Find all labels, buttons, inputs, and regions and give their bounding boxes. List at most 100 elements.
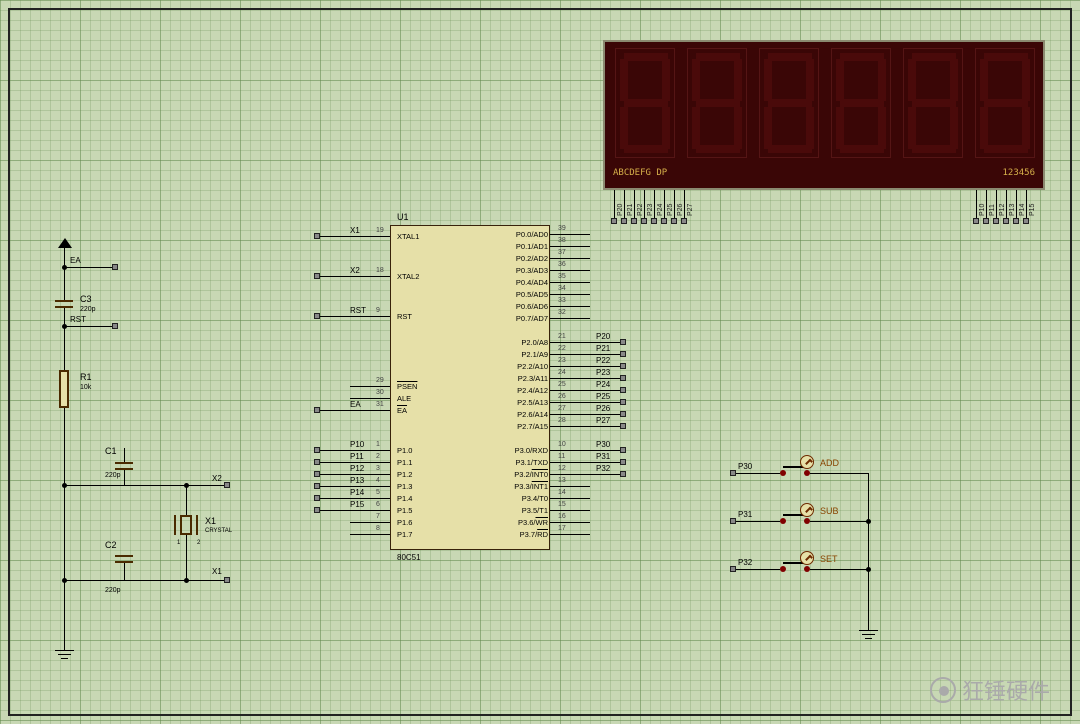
netlabel: P30 [596, 440, 610, 449]
pinlabel: P25 [667, 204, 674, 216]
x1-ref: X1 [205, 516, 216, 526]
probe-icon [800, 455, 814, 469]
netlabel: P27 [596, 416, 610, 425]
terminal-P11[interactable] [983, 218, 989, 224]
c2-val: 220p [105, 587, 121, 594]
netlabel: RST [350, 306, 366, 315]
pinlabel: P21 [627, 204, 634, 216]
xtal-pin2: 2 [197, 540, 200, 546]
netlabel: X2 [350, 266, 360, 275]
netlabel-ea: EA [70, 256, 81, 265]
seven-segment-display[interactable]: ABCDEFG DP 123456 [603, 40, 1045, 190]
terminal-P27[interactable] [681, 218, 687, 224]
pinlabel: P22 [637, 204, 644, 216]
terminal-EA[interactable] [314, 407, 320, 413]
terminal-P10[interactable] [973, 218, 979, 224]
terminal-P20[interactable] [611, 218, 617, 224]
netlabel: P31 [596, 452, 610, 461]
terminal-P25[interactable] [661, 218, 667, 224]
terminal-P10[interactable] [314, 447, 320, 453]
terminal-P21[interactable] [620, 351, 626, 357]
terminal-ea[interactable] [112, 264, 118, 270]
crystal-x1[interactable] [170, 515, 202, 535]
terminal-P15[interactable] [314, 507, 320, 513]
resistor-r1[interactable] [59, 370, 69, 408]
terminal-x2[interactable] [224, 482, 230, 488]
terminal-P14[interactable] [314, 495, 320, 501]
seven-seg-digit [687, 48, 747, 158]
netlabel: P32 [738, 558, 752, 567]
netlabel: P13 [350, 476, 364, 485]
xtal-pin1: 1 [177, 540, 180, 546]
terminal-P32[interactable] [620, 471, 626, 477]
terminal-P26[interactable] [671, 218, 677, 224]
probe-icon [800, 503, 814, 517]
netlabel: P32 [596, 464, 610, 473]
netlabel: P30 [738, 462, 752, 471]
netlabel: P20 [596, 332, 610, 341]
terminal-P24[interactable] [620, 387, 626, 393]
c2-ref: C2 [105, 540, 117, 550]
seven-seg-digit [831, 48, 891, 158]
netlabel: P24 [596, 380, 610, 389]
pinlabel: P24 [657, 204, 664, 216]
terminal-P22[interactable] [631, 218, 637, 224]
terminal-P26[interactable] [620, 411, 626, 417]
terminal-P24[interactable] [651, 218, 657, 224]
probe-icon [800, 551, 814, 565]
r1-ref: R1 [80, 372, 92, 382]
terminal-X2[interactable] [314, 273, 320, 279]
netlabel: P25 [596, 392, 610, 401]
pinlabel: P20 [617, 204, 624, 216]
pinlabel: P15 [1029, 204, 1036, 216]
terminal-P13[interactable] [1003, 218, 1009, 224]
terminal-RST[interactable] [314, 313, 320, 319]
display-label-dig: 123456 [1002, 168, 1035, 178]
netlabel-x2: X2 [212, 474, 222, 483]
terminal-rst[interactable] [112, 323, 118, 329]
c1-val: 220p [105, 472, 121, 479]
terminal-P12[interactable] [993, 218, 999, 224]
terminal-P13[interactable] [314, 483, 320, 489]
seven-seg-digit [903, 48, 963, 158]
pinlabel: P27 [687, 204, 694, 216]
terminal-P31[interactable] [620, 459, 626, 465]
terminal-P22[interactable] [620, 363, 626, 369]
x1-val: CRYSTAL [205, 528, 232, 534]
terminal-x1[interactable] [224, 577, 230, 583]
netlabel: X1 [350, 226, 360, 235]
ic-part: 80C51 [397, 553, 421, 562]
terminal-P23[interactable] [641, 218, 647, 224]
c3-val: 220p [80, 306, 96, 313]
display-label-seg: ABCDEFG DP [613, 168, 667, 178]
terminal-P15[interactable] [1023, 218, 1029, 224]
netlabel: P26 [596, 404, 610, 413]
pinlabel: P11 [989, 204, 996, 216]
seven-seg-digit [615, 48, 675, 158]
terminal-P20[interactable] [620, 339, 626, 345]
terminal-P11[interactable] [314, 459, 320, 465]
terminal-P25[interactable] [620, 399, 626, 405]
terminal-P14[interactable] [1013, 218, 1019, 224]
terminal-P27[interactable] [620, 423, 626, 429]
netlabel: P10 [350, 440, 364, 449]
pinlabel: P10 [979, 204, 986, 216]
button-label: SUB [820, 506, 839, 516]
terminal-P30[interactable] [620, 447, 626, 453]
pinlabel: P23 [647, 204, 654, 216]
terminal-P21[interactable] [621, 218, 627, 224]
terminal-P23[interactable] [620, 375, 626, 381]
button-label: SET [820, 554, 838, 564]
ic-ref: U1 [397, 212, 409, 222]
terminal-X1[interactable] [314, 233, 320, 239]
c1-ref: C1 [105, 446, 117, 456]
netlabel: P23 [596, 368, 610, 377]
seven-seg-digit [975, 48, 1035, 158]
netlabel: P14 [350, 488, 364, 497]
netlabel-rst: RST [70, 315, 86, 324]
terminal-P12[interactable] [314, 471, 320, 477]
r1-val: 10k [80, 384, 91, 391]
netlabel: P12 [350, 464, 364, 473]
netlabel: EA [350, 400, 361, 409]
pinlabel: P26 [677, 204, 684, 216]
